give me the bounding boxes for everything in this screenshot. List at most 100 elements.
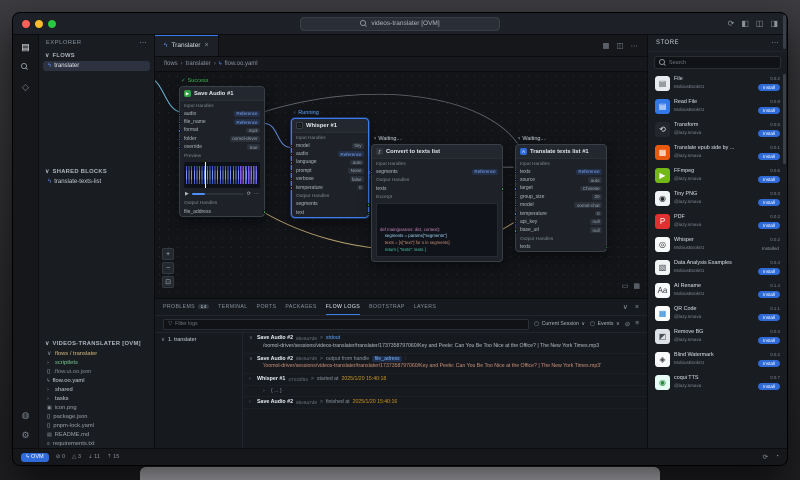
file-tree-item[interactable]: › scriptlets	[39, 358, 154, 367]
handle-port[interactable]	[178, 112, 182, 116]
store-item[interactable]: Aa AI Rename MobiusBook01 0.1.4 Install	[648, 279, 787, 302]
panel-tab[interactable]: PROBLEMS 14	[163, 299, 210, 315]
shared-blocks-section-header[interactable]: ∨ SHARED BLOCKS	[39, 167, 154, 177]
breadcrumb-item[interactable]: ϟ flow.oo.yaml ›	[219, 61, 258, 67]
log-row[interactable]: › Whisper #1 47232f84 > started at 2025/…	[243, 374, 647, 386]
node-header[interactable]: ◌ Whisper #1	[292, 119, 368, 133]
log-expander-icon[interactable]: ›	[249, 376, 254, 382]
sidebar-item-flow[interactable]: ϟ translater	[43, 61, 150, 71]
handle-port[interactable]	[178, 129, 182, 133]
toggle-panel-right-icon[interactable]: ◨	[770, 19, 778, 28]
file-tree-item[interactable]: ▣ icon.png	[39, 403, 154, 412]
log-list[interactable]: ∨ Save Audio #2 9be6a7d9 > stdout /oomol…	[243, 333, 647, 448]
panel-tab[interactable]: FLOW LOGS	[325, 299, 361, 315]
node-whisper[interactable]: ◌ Running ◌ Whisper #1 Input Handles mod…	[290, 110, 370, 218]
split-editor-icon[interactable]: ◫	[616, 41, 623, 50]
install-button[interactable]: Install	[757, 129, 780, 137]
handle-port[interactable]	[290, 186, 294, 190]
handle-port[interactable]	[290, 178, 294, 182]
input-handle-row[interactable]: verbose false	[290, 175, 368, 183]
minimize-window-button[interactable]	[35, 19, 43, 28]
input-handle-row[interactable]: model tiny	[290, 142, 368, 150]
input-handle-row[interactable]: override true	[178, 143, 264, 151]
grid-view-icon[interactable]: ▦	[602, 41, 609, 50]
input-handle-row[interactable]: format mp3	[178, 126, 264, 134]
handle-port[interactable]	[366, 211, 370, 216]
install-button[interactable]: Install	[757, 221, 780, 229]
handle-port[interactable]	[370, 170, 374, 174]
file-tree-item[interactable]: ϟ flow.oo.yaml	[39, 376, 154, 385]
status-counter[interactable]: ⇣ 11	[88, 454, 100, 460]
log-expander-icon[interactable]: ∨	[249, 335, 254, 341]
install-button[interactable]: Install	[757, 83, 780, 91]
tab-translater[interactable]: ϟ Translater ×	[155, 35, 219, 56]
log-expander-icon[interactable]: ›	[263, 388, 268, 394]
input-handle-row[interactable]: language auto	[290, 158, 368, 166]
log-collapsed-object[interactable]: { ... }	[271, 388, 282, 394]
settings-gear-icon[interactable]: ⚙	[21, 431, 29, 440]
install-button[interactable]: Install	[757, 336, 780, 344]
file-tree-item[interactable]: {} pnpm-lock.yaml	[39, 421, 154, 430]
store-item[interactable]: ▤ File MobiusBook01 0.0.2 Install	[648, 72, 787, 95]
node-save-audio[interactable]: ✓ Success ▶ Save Audio #1 Input Handles	[178, 78, 266, 217]
node-header[interactable]: ▶ Save Audio #1	[180, 87, 264, 101]
install-button[interactable]: Install	[757, 267, 780, 275]
handle-port[interactable]	[290, 144, 294, 148]
events-dropdown[interactable]: ▢ Events ∨	[590, 321, 620, 327]
zoom-in-button[interactable]: +	[162, 248, 174, 260]
status-counter[interactable]: ⇡ 15	[107, 454, 119, 460]
playhead[interactable]	[205, 161, 207, 188]
zoom-out-button[interactable]: −	[162, 262, 174, 274]
session-tree-item[interactable]: ∨ 1. translater	[161, 337, 236, 343]
input-handle-row[interactable]: api_key null	[514, 218, 606, 226]
handle-port[interactable]	[366, 203, 370, 207]
store-item[interactable]: ◉ Tiny PNG @lazy.smava 0.0.3 Install	[648, 187, 787, 210]
handle-port[interactable]	[500, 187, 504, 191]
panel-chevron-icon[interactable]: ∨	[623, 303, 628, 311]
file-tree-item[interactable]: {} package.json	[39, 412, 154, 421]
ovm-environment-badge[interactable]: ϟ OVM	[21, 452, 49, 462]
store-item[interactable]: ◉ coqui TTS @lazy.smava 0.0.7 Install	[648, 371, 787, 394]
file-tree-item[interactable]: ▤ README.md	[39, 430, 154, 439]
session-dropdown[interactable]: ▢ Current Session ∨	[534, 321, 585, 327]
account-icon[interactable]: ◍	[22, 411, 30, 420]
panel-tab[interactable]: PORTS	[257, 299, 277, 315]
refresh-icon[interactable]: ⟳	[728, 19, 735, 28]
store-nav-icon[interactable]: ◇	[22, 83, 29, 92]
log-row[interactable]: › { ... }	[243, 386, 647, 398]
play-icon[interactable]: ▶	[185, 191, 189, 197]
output-handle-row[interactable]: segments	[292, 200, 370, 208]
more-actions-icon[interactable]: ⋯	[631, 41, 639, 50]
filter-logs-input[interactable]	[175, 321, 525, 327]
output-handle-row[interactable]: texts	[372, 184, 504, 192]
minimap-toggle-icon[interactable]: ▭	[622, 282, 629, 290]
sync-icon[interactable]: ⟳	[763, 453, 768, 461]
store-item[interactable]: P PDF @lazy.smava 0.0.2 Install	[648, 210, 787, 233]
notifications-icon[interactable]: ◔	[775, 453, 779, 461]
handle-port[interactable]	[290, 161, 294, 165]
input-handle-row[interactable]: temperature 0	[290, 183, 368, 191]
log-row[interactable]: ∨ Save Audio #2 9be6a7d9 > stdout /oomol…	[243, 333, 647, 354]
handle-port[interactable]	[178, 137, 182, 142]
input-handle-row[interactable]: model oomol-chat	[514, 201, 606, 209]
input-handle-row[interactable]: file_name Reference	[178, 118, 264, 126]
log-row[interactable]: › Save Audio #2 9be6a7d9 > finished at 2…	[243, 397, 647, 409]
node-header[interactable]: ƒ Convert to texts list	[372, 145, 502, 159]
loop-icon[interactable]: ⟳	[247, 191, 251, 197]
store-item[interactable]: ▦ Translate epub side by ... @lazy.smava…	[648, 141, 787, 164]
node-convert-texts[interactable]: ◔ Waiting... ƒ Convert to texts list Inp…	[370, 136, 504, 262]
output-handle-row[interactable]: texts	[516, 243, 608, 251]
input-handle-row[interactable]: segments Reference	[370, 168, 502, 176]
input-handle-row[interactable]: prompt None	[290, 167, 368, 175]
handle-port[interactable]	[514, 212, 518, 216]
input-handle-row[interactable]: target Chinese	[514, 184, 606, 192]
log-handle-token[interactable]: file_adress	[372, 355, 403, 362]
explorer-icon[interactable]: ▤	[21, 43, 30, 52]
store-item[interactable]: ▧ Data Analysis Examples MobiusBook01 0.…	[648, 256, 787, 279]
breadcrumb-item[interactable]: translater ›	[186, 61, 216, 67]
code-excerpt[interactable]: def main(params: dict, context): segment…	[376, 203, 498, 257]
zoom-window-button[interactable]	[48, 19, 56, 28]
explorer-more-icon[interactable]: ⋯	[140, 39, 148, 47]
input-handle-row[interactable]: folder oomol-driver	[178, 135, 264, 143]
log-expander-icon[interactable]: ›	[249, 399, 254, 405]
